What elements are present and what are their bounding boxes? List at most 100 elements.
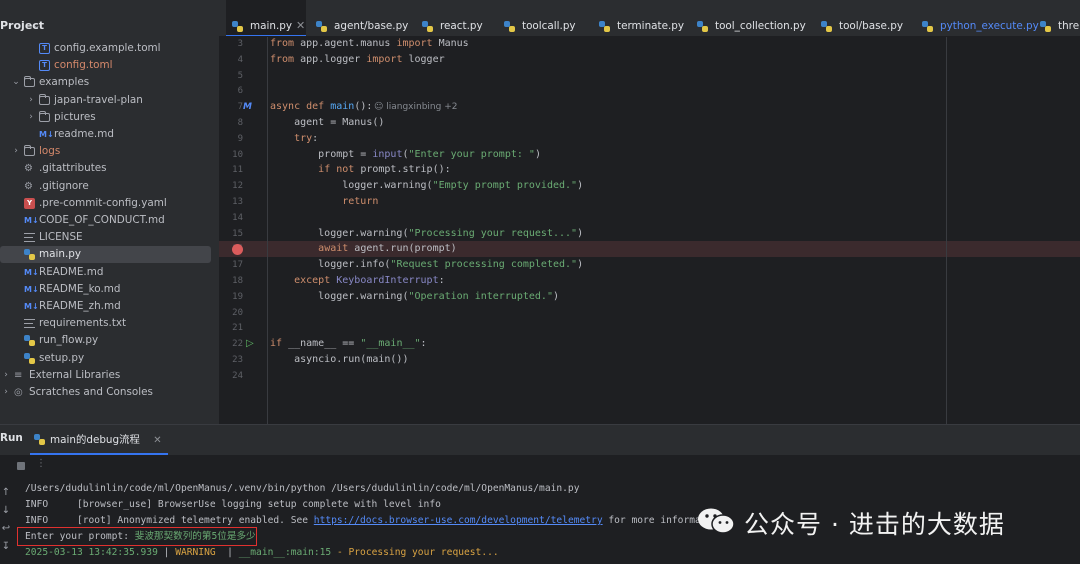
line-number[interactable]: 5 [219,68,243,84]
code-text[interactable]: await agent.run(prompt) [270,241,456,257]
code-line[interactable]: 3 from app.agent.manus import Manus [219,37,1080,52]
line-number[interactable]: 12 [219,178,243,194]
code-text[interactable]: except KeyboardInterrupt: [270,273,445,289]
code-text[interactable]: prompt = input("Enter your prompt: ") [270,147,541,163]
code-line[interactable]: 17 logger.info("Request processing compl… [219,257,1080,273]
tree-item[interactable]: ⌄ examples [0,74,211,91]
tree-item[interactable]: setup.py [0,350,211,367]
line-number[interactable]: 4 [219,52,243,68]
console-line[interactable]: 2025-03-13 13:42:35.939 | WARNING | __ma… [25,545,499,561]
tab-toolcall-py[interactable]: toolcall.py [498,0,589,36]
line-number[interactable]: 8 [219,115,243,131]
line-number[interactable]: 11 [219,162,243,178]
code-line[interactable]: 13 return [219,194,1080,210]
run-config-tab[interactable]: main的debug流程 ✕ [30,425,168,455]
line-number[interactable]: 14 [219,210,243,226]
chevron-down-icon[interactable]: ⌄ [33,17,41,35]
line-number[interactable]: 24 [219,368,243,384]
code-text[interactable]: if __name__ == "__main__": [270,336,427,352]
code-line[interactable]: 7 Masync def main(): ☺ liangxinbing +2 [219,99,1080,115]
chevron-right-icon[interactable]: › [1,367,11,384]
code-line[interactable]: 23 asyncio.run(main()) [219,352,1080,368]
code-text[interactable]: logger.warning("Operation interrupted.") [270,289,559,305]
tree-item[interactable]: M↓ CODE_OF_CONDUCT.md [0,212,211,229]
line-number[interactable]: 9 [219,131,243,147]
code-line[interactable]: 24 [219,368,1080,384]
line-number[interactable]: 22 [219,336,243,352]
tree-item[interactable]: LICENSE [0,229,211,246]
tree-item[interactable]: M↓ README_ko.md [0,281,211,298]
code-text[interactable]: agent = Manus() [270,115,384,131]
tree-item[interactable]: Y .pre-commit-config.yaml [0,195,211,212]
close-icon[interactable]: ✕ [296,0,305,36]
tab-react-py[interactable]: react.py [416,0,494,36]
code-text[interactable]: logger.info("Request processing complete… [270,257,583,273]
code-text[interactable]: logger.warning("Processing your request.… [270,226,583,242]
code-editor[interactable]: 3 from app.agent.manus import Manus 4 from … [219,37,1080,424]
code-text[interactable]: if not prompt.strip(): [270,162,450,178]
line-number[interactable]: 6 [219,83,243,99]
code-line[interactable]: 15 logger.warning("Processing your reque… [219,226,1080,242]
tree-item[interactable]: M↓ README_zh.md [0,298,211,315]
tree-item[interactable]: ⚙ .gitignore [0,178,211,195]
tab-terminate-py[interactable]: terminate.py [593,0,687,36]
chevron-right-icon[interactable]: › [26,109,36,126]
author-hint[interactable]: ☺ liangxinbing +2 [374,99,457,115]
code-line[interactable]: 14 [219,210,1080,226]
line-number[interactable]: 17 [219,257,243,273]
code-text[interactable]: async def main(): [270,99,372,115]
close-icon[interactable]: ✕ [153,435,161,446]
code-text[interactable]: logger.warning("Empty prompt provided.") [270,178,583,194]
line-number[interactable]: 21 [219,320,243,336]
tab-python-execute-py[interactable]: python_execute.py [916,0,1039,36]
code-line[interactable]: 18 except KeyboardInterrupt: [219,273,1080,289]
tree-item[interactable]: › ◎ Scratches and Consoles [0,384,211,401]
tree-item[interactable]: Tconfig.example.toml [0,40,211,57]
chevron-right-icon[interactable]: › [1,384,11,401]
tree-item[interactable]: › japan-travel-plan [0,92,211,109]
line-number[interactable]: 20 [219,305,243,321]
code-text[interactable]: from app.logger import logger [270,52,445,68]
console-line[interactable]: INFO [browser_use] BrowserUse logging se… [25,497,441,513]
run-gutter-icon[interactable]: ▷ [246,336,254,352]
line-number[interactable]: 10 [219,147,243,163]
line-number[interactable]: 7 [219,99,243,115]
code-line[interactable]: 5 [219,68,1080,84]
code-line[interactable]: 6 [219,83,1080,99]
code-text[interactable]: try: [270,131,318,147]
code-line[interactable]: 20 [219,305,1080,321]
line-number[interactable]: 23 [219,352,243,368]
line-number[interactable]: 15 [219,226,243,242]
tree-item[interactable]: requirements.txt [0,315,211,332]
tab-thre[interactable]: thre [1034,0,1080,36]
code-line[interactable]: 4 from app.logger import logger [219,52,1080,68]
chevron-down-icon[interactable]: ⌄ [11,74,21,91]
more-icon[interactable]: ⋮ [36,458,46,469]
ai-gutter-icon[interactable]: M [243,99,252,115]
tab-tool-collection-py[interactable]: tool_collection.py [691,0,811,36]
tab-tool-base-py[interactable]: tool/base.py [815,0,912,36]
tree-item[interactable]: run_flow.py [0,332,211,349]
project-header[interactable]: Project ⌄ [0,17,219,35]
line-number[interactable]: 19 [219,289,243,305]
code-line[interactable]: 11 if not prompt.strip(): [219,162,1080,178]
chevron-right-icon[interactable]: › [11,143,21,160]
tree-item[interactable]: › logs [0,143,211,160]
code-line[interactable]: 8 agent = Manus() [219,115,1080,131]
tab-main-py[interactable]: main.py ✕ [226,0,306,36]
code-line[interactable]: 9 try: [219,131,1080,147]
line-number[interactable]: 13 [219,194,243,210]
code-line[interactable]: 19 logger.warning("Operation interrupted… [219,289,1080,305]
tab-agent-base-py[interactable]: agent/base.py [310,0,412,36]
tree-item[interactable]: M↓ README.md [0,264,211,281]
tree-item[interactable]: ⚙ .gitattributes [0,160,211,177]
line-number[interactable]: 3 [219,37,243,52]
scroll-up-icon[interactable]: ↑ [0,486,12,500]
code-text[interactable]: asyncio.run(main()) [270,352,408,368]
tree-item[interactable]: Tconfig.toml [0,57,211,74]
code-text[interactable]: return [270,194,378,210]
line-number[interactable]: 18 [219,273,243,289]
console-line[interactable]: /Users/dudulinlin/code/ml/OpenManus/.ven… [25,481,580,497]
code-line[interactable]: 10 prompt = input("Enter your prompt: ") [219,147,1080,163]
chevron-right-icon[interactable]: › [26,92,36,109]
